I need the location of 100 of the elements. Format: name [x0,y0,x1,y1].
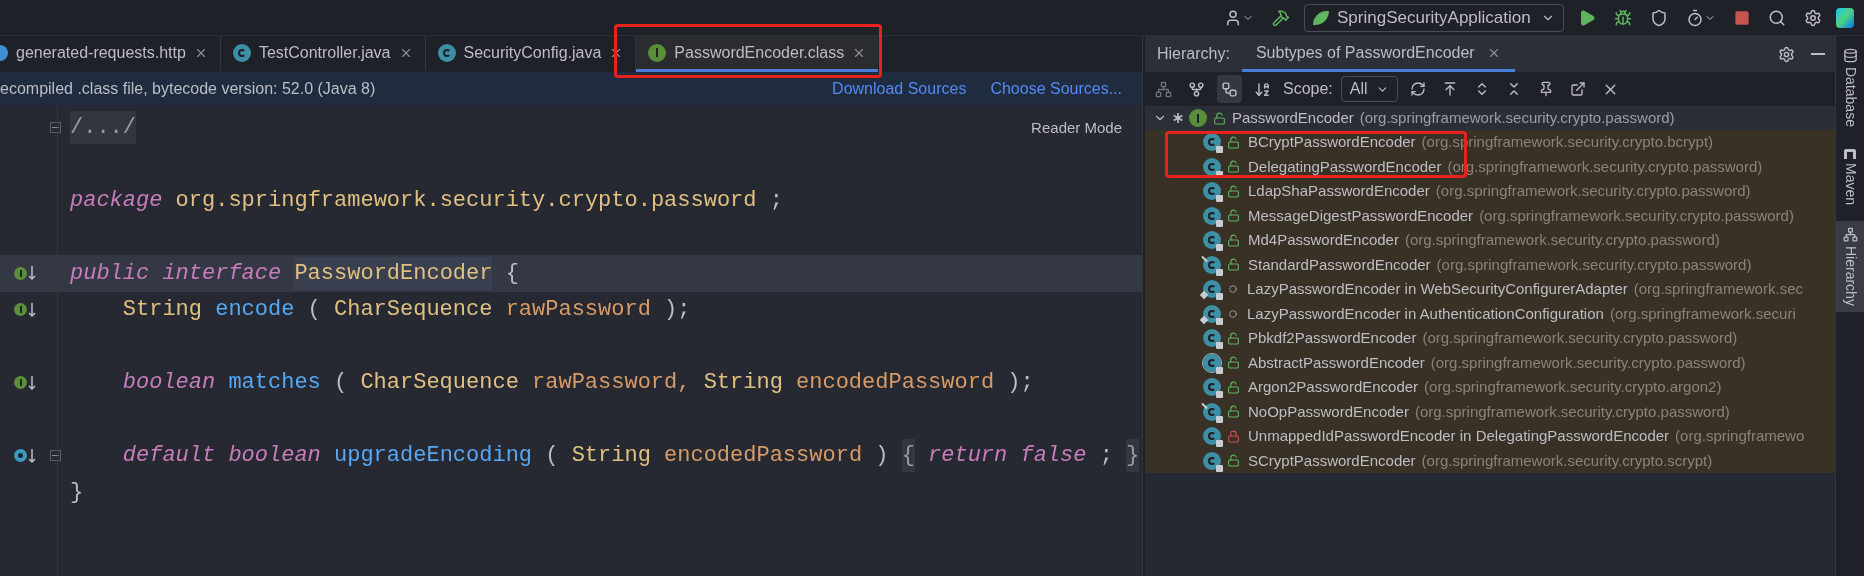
deprecated-class-icon [1203,255,1221,274]
banner-text: ecompiled .class file, bytecode version: 52.0 (Java 8) [0,78,377,99]
class-hierarchy-button[interactable] [1217,75,1242,103]
class-icon [437,43,456,62]
code-token: String [122,296,202,325]
bug-icon [1614,8,1632,27]
scope-dropdown[interactable]: All [1340,76,1398,102]
package-name: (org.springframework.security.crypto.argon2) [1424,377,1722,397]
fold-marker-icon[interactable] [49,450,61,462]
tree-row[interactable]: LazyPasswordEncoder in AuthenticationConfiguration (org.springframework.securi [1145,301,1835,326]
code-token: boolean [122,369,216,398]
public-access-icon [1227,356,1240,370]
code-token: ); [1007,369,1034,398]
type-name: StandardPasswordEncoder [1248,254,1431,275]
public-access-icon [1227,233,1240,247]
scope-label: Scope: [1283,79,1333,99]
code-token: { [505,259,519,288]
tree-row[interactable]: NoOpPasswordEncoder (org.springframework.security.crypto.password) [1145,399,1835,424]
interface-icon [1189,109,1207,127]
type-name: LdapShaPasswordEncoder [1248,181,1430,201]
code-token: /.../ [70,110,136,144]
type-name: PasswordEncoder [1232,107,1354,128]
tree-row[interactable]: Argon2PasswordEncoder (org.springframework.security.crypto.argon2) [1145,375,1835,400]
banner-link[interactable]: Download Sources [832,76,967,101]
package-access-icon [1229,309,1237,318]
code-token: CharSequence [334,296,493,325]
code-token: ; [1099,442,1113,471]
class-icon [1203,329,1221,348]
tree-row[interactable]: MessageDigestPasswordEncoder (org.springframework.security.crypto.password) [1145,203,1835,228]
class-icon [1203,206,1221,225]
run-icon [1578,8,1596,27]
code-token: package [70,186,163,215]
code-token: matches [228,369,321,398]
code-token: rawPassword [505,296,651,325]
tree-row[interactable]: LazyPasswordEncoder in WebSecurityConfigurerAdapter (org.springframework.sec [1145,277,1835,302]
tree-row[interactable]: LdapShaPasswordEncoder (org.springframework.security.crypto.password) [1145,179,1835,204]
code-token: ) [875,442,889,471]
class-icon [1203,182,1221,201]
timer-icon [1686,8,1704,27]
code-token: String [703,369,783,398]
tree-row[interactable]: PasswordEncoder (org.springframework.security.crypto.password) [1145,106,1835,130]
package-name: (org.springframework.security.crypto.password) [1436,254,1752,275]
implemented-marker-icon[interactable] [14,301,36,318]
code-token: false [1020,442,1087,471]
file-icon [0,44,8,61]
public-access-icon [1227,454,1240,468]
type-name: DelegatingPasswordEncoder [1248,156,1442,177]
public-access-icon [1227,258,1240,272]
run-configuration-dropdown[interactable]: SpringSecurityApplication [1304,3,1564,32]
tree-row[interactable]: Md4PasswordEncoder (org.springframework.security.crypto.password) [1145,228,1835,253]
code-token: ( [545,442,559,471]
public-access-icon [1227,160,1240,174]
public-access-icon [1227,331,1240,345]
public-access-icon [1227,209,1240,223]
code-token: encode [215,296,295,325]
fold-marker-icon[interactable] [49,121,61,133]
tree-row[interactable]: AbstractPasswordEncoder (org.springframework.security.crypto.password) [1145,350,1835,375]
code-token: ); [664,296,691,325]
user-icon [1224,8,1242,27]
search-icon [1768,8,1786,27]
package-name: (org.springframework.security.crypto.password) [1479,205,1794,226]
package-name: (org.springframework.sec [1633,279,1803,299]
overridden-marker-icon[interactable] [14,447,36,464]
tree-row[interactable]: SCryptPasswordEncoder (org.springframework.security.crypto.scrypt) [1145,448,1835,473]
package-name: (org.springframework.security.crypto.password) [1435,181,1751,201]
fork-icon [1188,80,1205,98]
code-token: boolean [228,442,321,471]
tree-row[interactable]: UnmappedIdPasswordEncoder in DelegatingPasswordEncoder (org.springframewo [1145,424,1835,449]
type-name: SCryptPasswordEncoder [1248,450,1416,471]
editor-tab[interactable]: PasswordEncoder.class [636,36,879,72]
implemented-marker-icon[interactable] [14,374,36,391]
tool-window-tab[interactable]: Hierarchy [1836,220,1864,312]
tree-row[interactable]: StandardPasswordEncoder (org.springframework.security.crypto.password) [1145,252,1835,277]
implemented-marker-icon[interactable] [14,265,36,282]
database-icon [1842,48,1858,63]
code-token: rawPassword, [532,369,691,398]
public-access-icon [1227,380,1240,394]
package-access-icon [1229,285,1237,294]
code-token: PasswordEncoder [294,256,493,290]
tool-window-tab[interactable]: Maven [1836,142,1864,211]
package-name: (org.springframework.security.crypto.password) [1414,401,1730,422]
banner-link[interactable]: Choose Sources... [990,76,1122,101]
class-icon [1203,231,1221,250]
class-icon [1203,427,1221,446]
class-icon [1203,157,1221,176]
minimize-icon [1811,53,1825,55]
code-token: encodedPassword [664,442,863,471]
asterisk-icon [1173,113,1183,123]
tool-window-tab[interactable]: Database [1836,42,1864,133]
reader-mode-button[interactable]: Reader Mode [1031,117,1122,140]
package-name: (org.springframework.security.crypto.password) [1359,107,1675,128]
class-icon [232,43,251,62]
type-name: BCryptPasswordEncoder [1248,132,1416,152]
sort-icon [1254,80,1271,98]
tree-row[interactable]: Pbkdf2PasswordEncoder (org.springframework.security.crypto.password) [1145,326,1835,351]
hierarchy-icon [1221,80,1238,98]
type-name: MessageDigestPasswordEncoder [1248,205,1474,226]
package-name: (org.springframework.security.crypto.password) [1422,328,1738,348]
hammer-icon [1272,8,1290,27]
public-access-icon [1213,111,1226,125]
